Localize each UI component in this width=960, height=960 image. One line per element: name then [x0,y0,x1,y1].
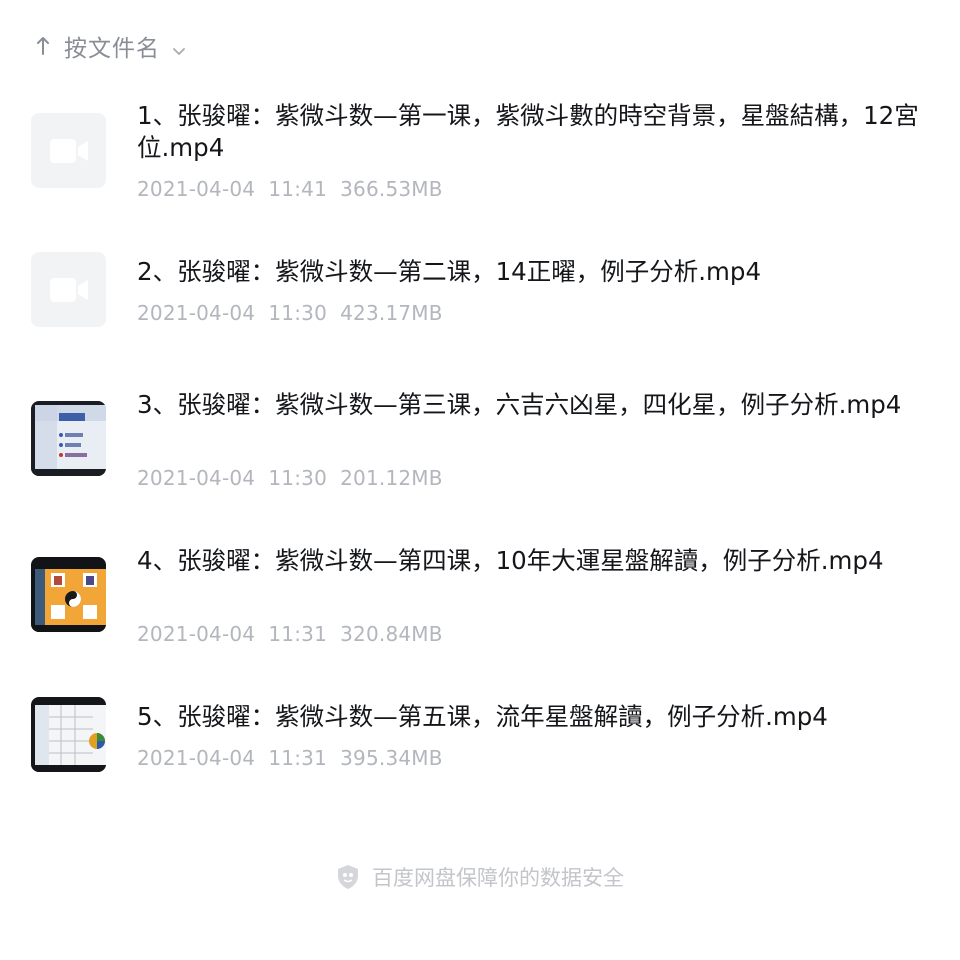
file-size: 320.84MB [340,622,443,646]
file-meta: 2021-04-04 11:31 320.84MB [137,622,443,646]
video-icon [31,113,106,188]
file-name: 4、张骏曜：紫微斗数—第四课，10年大運星盤解讀，例子分析.mp4 [137,546,884,575]
file-name: 5、张骏曜：紫微斗数—第五课，流年星盤解讀，例子分析.mp4 [137,702,828,731]
file-date: 2021-04-04 [137,301,256,325]
file-size: 395.34MB [340,746,443,770]
chevron-down-icon [172,41,186,55]
file-date: 2021-04-04 [137,177,256,201]
shield-icon [336,864,360,890]
video-icon [31,252,106,327]
arrow-up-icon [36,36,50,56]
file-meta: 2021-04-04 11:31 395.34MB [137,746,443,770]
file-name: 2、张骏曜：紫微斗数—第二课，14正曜，例子分析.mp4 [137,257,762,286]
file-time: 11:30 [268,466,327,490]
file-meta: 2021-04-04 11:30 201.12MB [137,466,443,490]
video-thumbnail [31,697,106,772]
sort-by-name-button[interactable]: 按文件名 [36,30,186,62]
file-name: 1、张骏曜：紫微斗数—第一课，紫微斗數的時空背景，星盤結構，12宮位.mp4 [137,101,919,162]
file-size: 423.17MB [340,301,443,325]
file-size: 201.12MB [340,466,443,490]
file-meta: 2021-04-04 11:30 423.17MB [137,301,443,325]
footer-text: 百度网盘保障你的数据安全 [372,866,624,890]
security-footer: 百度网盘保障你的数据安全 [0,862,960,892]
file-name: 3、张骏曜：紫微斗数—第三课，六吉六凶星，四化星，例子分析.mp4 [137,390,902,419]
file-time: 11:41 [268,177,327,201]
video-thumbnail [31,557,106,632]
file-time: 11:31 [268,746,327,770]
file-date: 2021-04-04 [137,466,256,490]
sort-label: 按文件名 [64,36,160,62]
file-size: 366.53MB [340,177,443,201]
video-thumbnail [31,401,106,476]
file-time: 11:31 [268,622,327,646]
file-date: 2021-04-04 [137,622,256,646]
file-date: 2021-04-04 [137,746,256,770]
file-time: 11:30 [268,301,327,325]
file-meta: 2021-04-04 11:41 366.53MB [137,177,443,201]
